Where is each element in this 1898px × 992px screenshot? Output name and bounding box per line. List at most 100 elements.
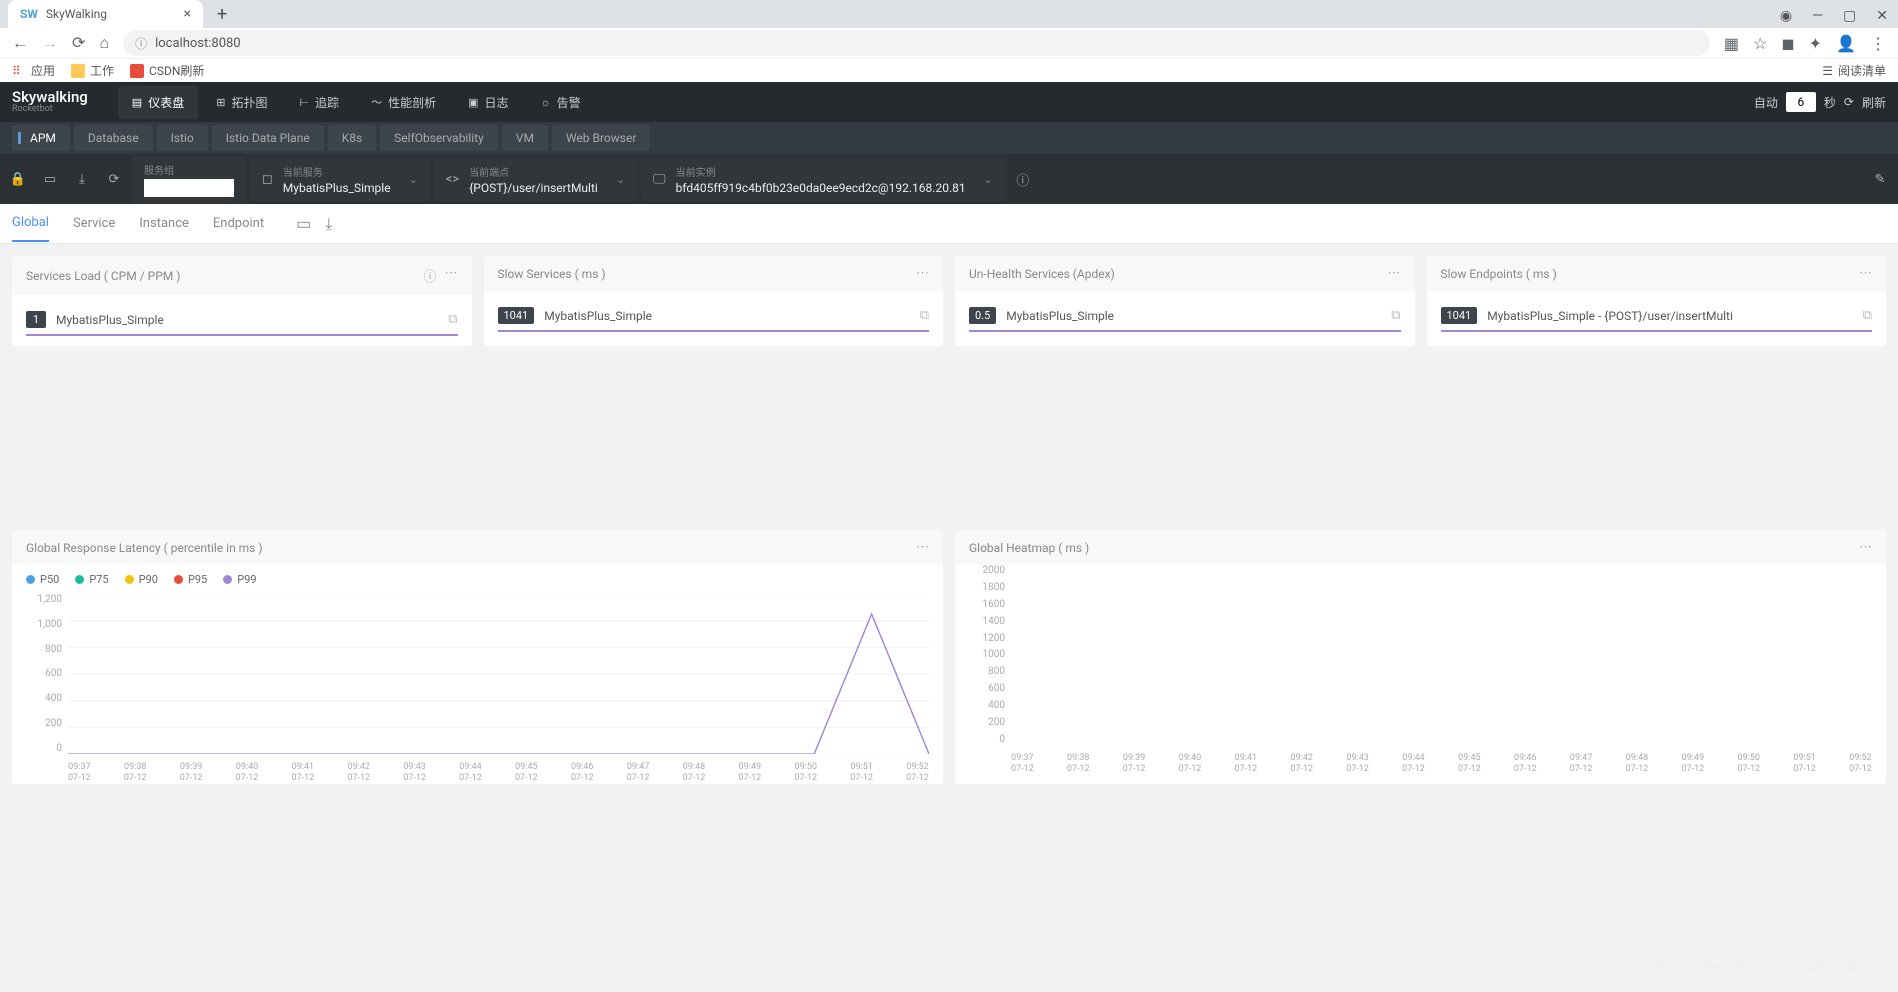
nav-topology[interactable]: ⊞拓扑图 xyxy=(202,86,281,119)
bookmark-work[interactable]: 工作 xyxy=(71,62,114,79)
back-icon[interactable]: ← xyxy=(12,33,28,53)
page-icon[interactable]: ▭ xyxy=(296,214,311,234)
nav-alarm[interactable]: ☼告警 xyxy=(527,86,595,119)
dashboard-icon: ▤ xyxy=(132,96,142,109)
plot-area xyxy=(68,594,929,754)
export-icon[interactable]: ⤓ xyxy=(325,214,332,234)
badge: 1041 xyxy=(1441,307,1478,324)
apps-icon: ⠿ xyxy=(12,64,26,78)
chevron-down-icon: ⌄ xyxy=(984,173,993,186)
chevron-down-icon: ⌄ xyxy=(409,173,418,186)
minimize-icon[interactable]: — xyxy=(1812,8,1823,24)
reading-list[interactable]: ☰ 阅读清单 xyxy=(1822,62,1886,79)
tab-service[interactable]: Service xyxy=(73,206,115,241)
copy-icon[interactable]: ⧉ xyxy=(1391,308,1400,323)
puzzle-icon[interactable]: ✦ xyxy=(1809,34,1822,53)
nav-dashboard[interactable]: ▤仪表盘 xyxy=(118,86,198,119)
group-input[interactable] xyxy=(144,179,234,197)
info-icon[interactable]: ⓘ xyxy=(135,35,147,52)
nav-trace[interactable]: ⊢追踪 xyxy=(285,86,353,119)
y-axis: 1,2001,0008006004002000 xyxy=(26,594,62,754)
more-icon[interactable]: ⋯ xyxy=(916,266,929,281)
close-window-icon[interactable]: ✕ xyxy=(1876,8,1888,24)
lock-icon[interactable]: 🔒 xyxy=(4,164,32,194)
profile-icon: 〜 xyxy=(371,94,382,110)
refresh-label: 刷新 xyxy=(1862,94,1886,111)
info-icon[interactable]: ⓘ xyxy=(423,266,436,285)
star-icon[interactable]: ☆ xyxy=(1753,34,1767,53)
more-icon[interactable]: ⋯ xyxy=(916,540,929,555)
x-axis: 09:3707-1209:3807-1209:3907-1209:4007-12… xyxy=(68,762,929,784)
subnav-istio[interactable]: Istio xyxy=(157,125,208,151)
selector-group[interactable]: 服务组 xyxy=(132,156,246,203)
more-icon[interactable]: ⋯ xyxy=(1859,540,1872,555)
scope-tabs: Global Service Instance Endpoint ▭ ⤓ xyxy=(0,204,1898,244)
subnav-istio-dp[interactable]: Istio Data Plane xyxy=(212,125,324,151)
bookmark-apps[interactable]: ⠿ 应用 xyxy=(12,62,55,79)
subnav-webbrowser[interactable]: Web Browser xyxy=(552,125,650,151)
watermark: https://blog.csdn.net/feiying0canglang xyxy=(1654,959,1878,974)
folder-icon[interactable]: ▭ xyxy=(36,164,64,194)
edit-icon[interactable]: ✎ xyxy=(1866,164,1894,194)
copy-icon[interactable]: ⧉ xyxy=(920,308,929,323)
tab-instance[interactable]: Instance xyxy=(139,206,189,241)
menu-icon[interactable]: ⋮ xyxy=(1870,34,1886,53)
alarm-icon: ☼ xyxy=(541,96,551,109)
card-services-load: Services Load ( CPM / PPM )ⓘ⋯ 1MybatisPl… xyxy=(12,256,472,346)
info-icon[interactable]: ⓘ xyxy=(1009,164,1037,194)
topology-icon: ⊞ xyxy=(216,96,225,109)
download-icon[interactable]: ⤓ xyxy=(68,164,96,194)
sync-icon[interactable]: ⟳ xyxy=(100,164,128,194)
chart-latency: Global Response Latency ( percentile in … xyxy=(12,530,943,784)
selector-instance[interactable]: 🖵 当前实例 bfd405ff919c4bf0b23e0da0ee9ecd2c@… xyxy=(641,158,1005,201)
x-axis: 09:3707-1209:3807-1209:3907-1209:4007-12… xyxy=(1011,753,1872,775)
new-tab-button[interactable]: + xyxy=(217,4,227,25)
selector-endpoint[interactable]: <> 当前端点 {POST}/user/insertMulti ⌄ xyxy=(434,158,637,201)
subnav-vm[interactable]: VM xyxy=(502,125,548,151)
selector-bar: 🔒 ▭ ⤓ ⟳ 服务组 ◻ 当前服务 MybatisPlus_Simple ⌄ … xyxy=(0,154,1898,204)
subnav-selfobs[interactable]: SelfObservability xyxy=(380,125,498,151)
refresh-unit: 秒 xyxy=(1824,94,1836,111)
code-icon: <> xyxy=(446,172,459,187)
maximize-icon[interactable]: ▢ xyxy=(1843,8,1856,24)
copy-icon[interactable]: ⧉ xyxy=(1863,308,1872,323)
list-item: 1041MybatisPlus_Simple⧉ xyxy=(498,301,930,332)
bookmark-csdn[interactable]: CSDN刷新 xyxy=(130,62,204,79)
refresh-interval-input[interactable] xyxy=(1786,92,1816,112)
selector-service[interactable]: ◻ 当前服务 MybatisPlus_Simple ⌄ xyxy=(250,158,430,201)
home-icon[interactable]: ⌂ xyxy=(99,33,109,53)
refresh-icon[interactable]: ⟳ xyxy=(1844,95,1854,109)
csdn-icon xyxy=(130,64,144,78)
badge: 1041 xyxy=(498,307,535,324)
monitor-icon: 🖵 xyxy=(653,172,666,187)
extension-icon[interactable]: ◼ xyxy=(1781,34,1794,53)
address-bar[interactable]: ⓘ localhost:8080 xyxy=(123,30,1710,56)
list-icon: ☰ xyxy=(1822,64,1833,78)
subnav-apm[interactable]: APM xyxy=(12,125,70,151)
folder-icon xyxy=(71,64,85,78)
badge: 1 xyxy=(26,311,46,328)
tab-global[interactable]: Global xyxy=(12,205,49,242)
more-icon[interactable]: ⋯ xyxy=(1859,266,1872,281)
nav-profile[interactable]: 〜性能剖析 xyxy=(357,86,450,119)
account-icon[interactable]: ◉ xyxy=(1780,8,1792,24)
subnav-k8s[interactable]: K8s xyxy=(328,125,376,151)
copy-icon[interactable]: ⧉ xyxy=(448,312,457,327)
subnav-database[interactable]: Database xyxy=(74,125,153,151)
reload-icon[interactable]: ⟳ xyxy=(72,33,85,53)
logo[interactable]: Skywalking Rocketbot xyxy=(12,90,88,114)
browser-chrome: SW SkyWalking × + ◉ — ▢ ✕ ← → ⟳ ⌂ ⓘ loca… xyxy=(0,0,1898,82)
profile-icon[interactable]: 👤 xyxy=(1836,34,1856,53)
y-axis: 2000180016001400120010008006004002000 xyxy=(969,565,1005,745)
more-icon[interactable]: ⋯ xyxy=(1388,266,1401,281)
forward-icon[interactable]: → xyxy=(42,33,58,53)
grid-icon[interactable]: ▦ xyxy=(1724,34,1739,53)
close-icon[interactable]: × xyxy=(184,6,191,22)
more-icon[interactable]: ⋯ xyxy=(445,266,458,285)
chevron-down-icon: ⌄ xyxy=(616,173,625,186)
card-slow-endpoints: Slow Endpoints ( ms )⋯ 1041MybatisPlus_S… xyxy=(1427,256,1887,346)
nav-log[interactable]: ▣日志 xyxy=(454,86,522,119)
card-slow-services: Slow Services ( ms )⋯ 1041MybatisPlus_Si… xyxy=(484,256,944,346)
browser-tab[interactable]: SW SkyWalking × xyxy=(8,0,203,28)
tab-endpoint[interactable]: Endpoint xyxy=(213,206,264,241)
